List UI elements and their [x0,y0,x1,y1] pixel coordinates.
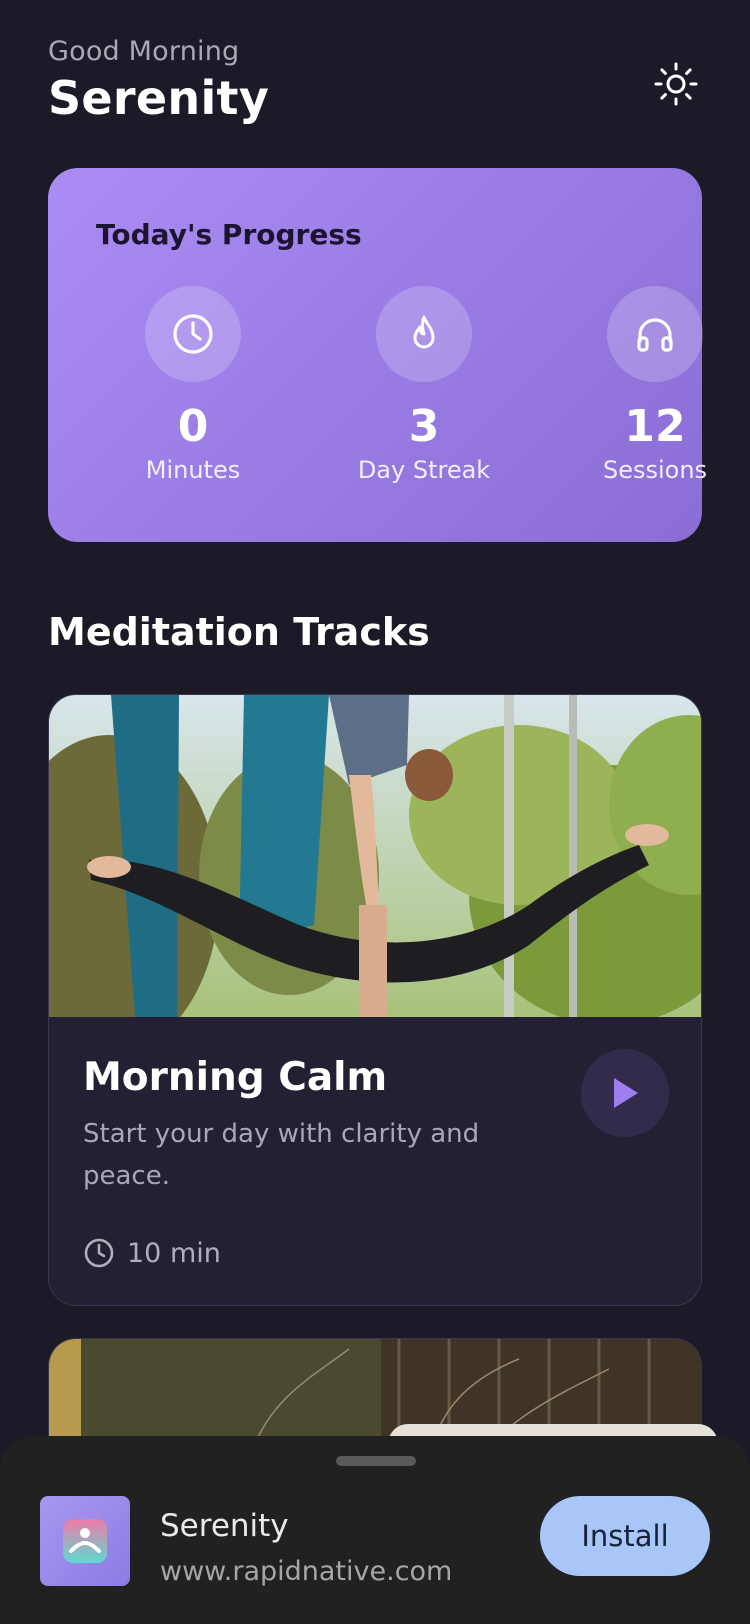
progress-card: Today's Progress 0 Minutes 3 Day Streak [48,168,707,542]
stat-minutes: 0 Minutes [93,286,293,484]
app-url: www.rapidnative.com [160,1556,453,1587]
stat-value: 3 [408,401,440,452]
clock-icon [84,1238,114,1268]
theme-toggle-button[interactable] [650,58,702,110]
track-image [49,695,701,1017]
stat-label: Day Streak [357,456,491,484]
user-name: Serenity [48,71,270,125]
stat-label: Minutes [145,456,241,484]
stat-value: 12 [624,401,686,452]
section-title: Meditation Tracks [48,610,430,654]
stat-icon-circle [145,286,241,382]
play-button[interactable] [581,1049,669,1137]
progress-title: Today's Progress [96,218,362,251]
duration-text: 10 min [127,1237,221,1269]
greeting-text: Good Morning [48,36,240,67]
stat-icon-circle [607,286,703,382]
install-button[interactable]: Install [540,1496,710,1576]
meditation-logo-icon [63,1519,107,1563]
stat-label: Sessions [602,456,708,484]
track-title: Morning Calm [83,1055,388,1100]
install-banner: Serenity www.rapidnative.com Install [0,1436,750,1624]
app-name: Serenity [160,1508,289,1544]
flame-icon [413,315,435,349]
stat-value: 0 [177,401,209,452]
stat-icon-circle [376,286,472,382]
stat-sessions: 12 Sessions [555,286,750,484]
header: Good Morning Serenity [48,36,702,136]
play-icon [614,1078,638,1108]
track-description: Start your day with clarity and peace. [83,1119,480,1191]
track-card[interactable]: Morning Calm Start your day with clarity… [48,694,702,1306]
headphones-icon [637,318,673,352]
stat-streak: 3 Day Streak [324,286,524,484]
clock-icon [173,314,213,354]
app-icon [40,1496,130,1586]
track-duration: 10 min [83,1237,221,1269]
sheet-handle[interactable] [336,1456,416,1466]
sun-icon [654,62,698,106]
